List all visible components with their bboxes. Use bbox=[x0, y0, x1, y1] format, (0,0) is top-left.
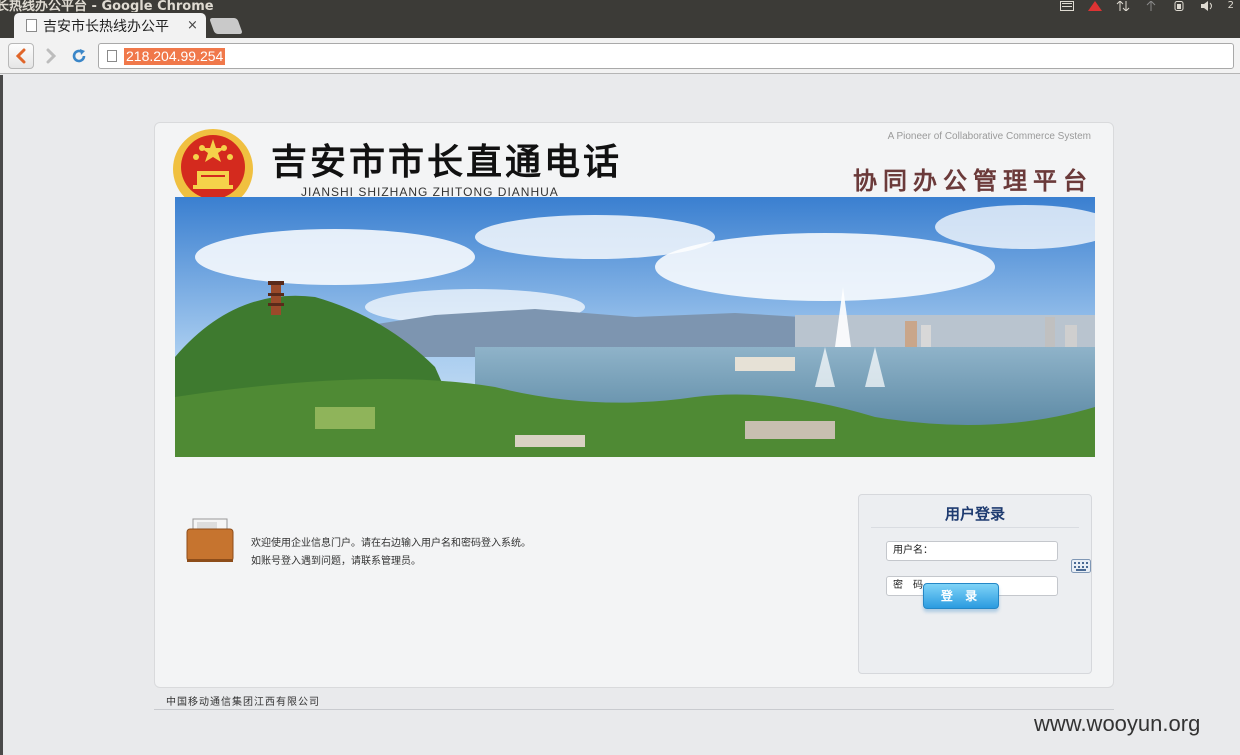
platform-name: 协同办公管理平台 bbox=[853, 166, 1093, 195]
username-field[interactable]: 用户名： bbox=[886, 541, 1058, 561]
system-tray: 2 bbox=[1059, 0, 1234, 12]
battery-icon[interactable] bbox=[1172, 1, 1186, 11]
login-button[interactable]: 登 录 bbox=[923, 583, 999, 609]
tab-strip: 吉安市长热线办公平 × bbox=[0, 12, 1240, 38]
browser-toolbar: 218.204.99.254 bbox=[0, 38, 1240, 74]
new-tab-button[interactable] bbox=[209, 18, 243, 34]
national-emblem-icon bbox=[173, 129, 253, 201]
footer-divider bbox=[154, 709, 1114, 710]
login-panel: 用户登录 用户名： 密 码 登 录 bbox=[858, 494, 1092, 674]
briefcase-icon bbox=[186, 518, 234, 562]
arrow-up-icon[interactable] bbox=[1144, 1, 1158, 11]
browser-tab[interactable]: 吉安市长热线办公平 × bbox=[14, 13, 206, 38]
address-bar[interactable]: 218.204.99.254 bbox=[98, 43, 1234, 69]
city-panorama-banner bbox=[175, 197, 1095, 457]
english-tagline: A Pioneer of Collaborative Commerce Syst… bbox=[887, 131, 1091, 142]
url-text[interactable]: 218.204.99.254 bbox=[124, 47, 226, 65]
brand-title: 吉安市市长直通电话 bbox=[271, 141, 623, 183]
network-icon[interactable] bbox=[1116, 1, 1130, 11]
footer-company: 中国移动通信集团江西有限公司 bbox=[166, 697, 320, 708]
divider bbox=[871, 527, 1079, 528]
arrow-right-icon bbox=[46, 48, 57, 64]
page-icon bbox=[107, 50, 117, 62]
page-icon bbox=[26, 19, 37, 32]
volume-icon[interactable] bbox=[1200, 1, 1214, 11]
tab-title: 吉安市长热线办公平 bbox=[43, 18, 169, 35]
soft-keyboard-icon[interactable] bbox=[1071, 559, 1091, 573]
clock[interactable]: 2 bbox=[1228, 1, 1234, 11]
help-text: 如账号登入遇到问题，请联系管理员。 bbox=[251, 556, 421, 567]
reload-icon bbox=[72, 49, 86, 63]
window-title: 长热线办公平台 - Google Chrome bbox=[0, 0, 214, 12]
forward-button[interactable] bbox=[38, 43, 64, 69]
window-edge bbox=[0, 75, 3, 755]
welcome-text: 欢迎使用企业信息门户。请在右边输入用户名和密码登入系统。 bbox=[251, 538, 531, 549]
arrow-left-icon bbox=[15, 48, 26, 64]
portal-frame: 吉安市市长直通电话 JIANSHI SHIZHANG ZHITONG DIANH… bbox=[154, 122, 1114, 688]
back-button[interactable] bbox=[8, 43, 34, 69]
warning-icon[interactable] bbox=[1087, 1, 1102, 11]
keyboard-layout-icon[interactable] bbox=[1059, 1, 1074, 11]
page-viewport: 吉安市市长直通电话 JIANSHI SHIZHANG ZHITONG DIANH… bbox=[0, 75, 1240, 755]
watermark: www.wooyun.org bbox=[1034, 711, 1201, 736]
login-title: 用户登录 bbox=[944, 505, 1005, 523]
close-tab-icon[interactable]: × bbox=[187, 18, 198, 33]
os-top-bar: 长热线办公平台 - Google Chrome 2 bbox=[0, 0, 1240, 12]
reload-button[interactable] bbox=[66, 43, 92, 69]
